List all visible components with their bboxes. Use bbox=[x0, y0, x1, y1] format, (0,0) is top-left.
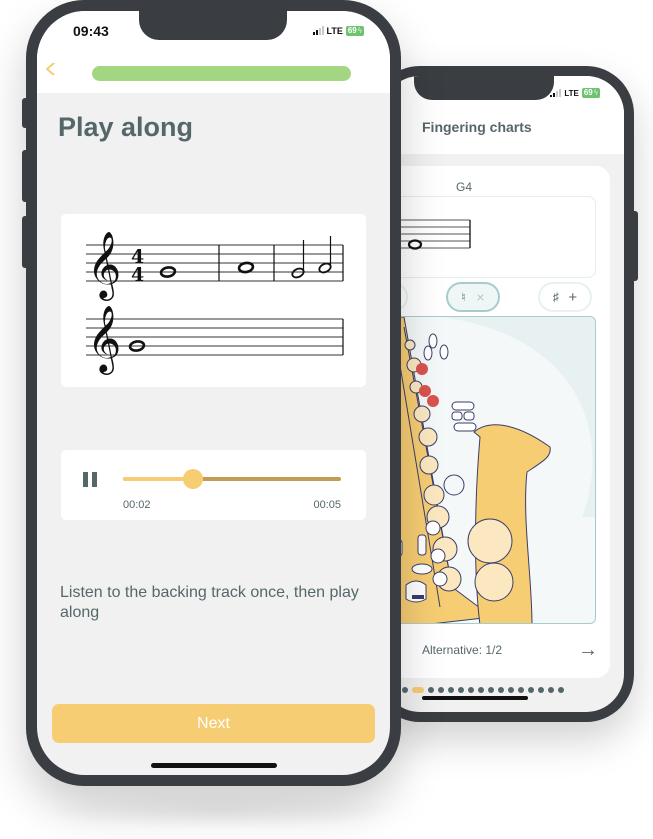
pause-icon[interactable] bbox=[83, 472, 99, 490]
pagination-dot[interactable] bbox=[498, 687, 504, 693]
status-bar: LTE 69 ϟ bbox=[312, 26, 364, 36]
pagination-dot[interactable] bbox=[538, 687, 544, 693]
audio-player: 00:02 00:05 bbox=[61, 450, 366, 520]
sharp-icon: ♯ bbox=[552, 290, 559, 304]
treble-clef-icon: 𝄞 bbox=[87, 230, 121, 301]
alternative-label: Alternative: 1/2 bbox=[422, 643, 503, 657]
mute-switch bbox=[22, 98, 27, 128]
pagination-dot[interactable] bbox=[488, 687, 494, 693]
current-time: 00:02 bbox=[123, 499, 151, 511]
next-button[interactable]: Next bbox=[52, 704, 375, 743]
signal-icon bbox=[312, 26, 324, 35]
note-g4 bbox=[407, 239, 423, 250]
time-sig-bottom: 4 bbox=[131, 264, 144, 286]
sheet-music: 𝄞 4 4 𝄞 bbox=[86, 230, 344, 375]
battery-level: 69 bbox=[583, 88, 593, 97]
staff-notation: 4 4 bbox=[382, 219, 471, 252]
network-label: LTE bbox=[326, 26, 343, 36]
remove-icon[interactable]: × bbox=[476, 289, 484, 305]
playback-slider[interactable] bbox=[123, 469, 341, 489]
chevron-left-icon[interactable] bbox=[45, 63, 57, 75]
sheet-music-card: 𝄞 4 4 𝄞 bbox=[61, 214, 366, 387]
pagination-dot[interactable] bbox=[402, 687, 408, 693]
note-staff: 4 4 bbox=[382, 196, 596, 278]
saxophone-fingering-diagram bbox=[382, 316, 596, 624]
pressed-key bbox=[416, 363, 428, 375]
pressed-key bbox=[427, 395, 439, 407]
instruction-text: Listen to the backing track once, then p… bbox=[60, 584, 359, 621]
lesson-progress-fill bbox=[92, 66, 351, 81]
lesson-progress-bar bbox=[92, 66, 351, 81]
play-along-screen: 09:43 LTE 69 ϟ Play along 𝄞 4 4 𝄞 00:02 … bbox=[37, 11, 390, 775]
pagination-dots bbox=[382, 687, 564, 693]
fingering-chart-phone: LTE 69ϟ Fingering charts G4 4 4 bbox=[372, 66, 638, 722]
staff-2-lines bbox=[86, 318, 343, 356]
notch bbox=[414, 76, 554, 100]
pagination-dot[interactable] bbox=[518, 687, 524, 693]
accidental-chip-sharp[interactable]: ♯ + bbox=[538, 282, 592, 312]
battery-icon: 69 ϟ bbox=[581, 88, 600, 98]
natural-icon: ♮ bbox=[461, 290, 466, 304]
pagination-dot-active[interactable] bbox=[412, 687, 424, 693]
alternative-row: Alternative: 1/2 → bbox=[382, 636, 610, 664]
arrow-right-icon[interactable]: → bbox=[578, 640, 598, 660]
saxophone-illustration bbox=[382, 317, 595, 623]
notch bbox=[139, 11, 287, 40]
pagination-dot[interactable] bbox=[468, 687, 474, 693]
volume-down-button bbox=[22, 216, 27, 268]
staff-1-lines bbox=[86, 244, 343, 282]
add-icon[interactable]: + bbox=[568, 289, 577, 306]
note-a4-whole bbox=[237, 261, 255, 274]
fingering-chart-screen: LTE 69ϟ Fingering charts G4 4 4 bbox=[382, 76, 624, 712]
accidental-chip-natural[interactable]: ♮ × bbox=[446, 282, 500, 312]
note-label: G4 bbox=[456, 180, 473, 194]
status-bar: LTE 69 ϟ bbox=[550, 88, 600, 98]
fingering-card: G4 4 4 ♮ × ♯ bbox=[382, 166, 610, 678]
play-along-phone: 09:43 LTE 69 ϟ Play along 𝄞 4 4 𝄞 00:02 … bbox=[22, 0, 401, 786]
pressed-key bbox=[419, 385, 431, 397]
page-title: Play along bbox=[58, 112, 194, 142]
duration: 00:05 bbox=[313, 499, 341, 511]
playback-slider-thumb[interactable] bbox=[182, 469, 203, 489]
home-indicator bbox=[151, 763, 277, 768]
pagination-dot[interactable] bbox=[448, 687, 454, 693]
volume-up-button bbox=[22, 150, 27, 202]
pagination-dot[interactable] bbox=[528, 687, 534, 693]
pagination-dot[interactable] bbox=[548, 687, 554, 693]
pagination-dot[interactable] bbox=[438, 687, 444, 693]
pagination-dot[interactable] bbox=[508, 687, 514, 693]
signal-icon bbox=[550, 89, 562, 97]
network-label: LTE bbox=[564, 88, 579, 98]
pagination-dot[interactable] bbox=[428, 687, 434, 693]
battery-level: 69 bbox=[347, 26, 357, 35]
floor-shadow bbox=[40, 790, 400, 830]
page-title: Fingering charts bbox=[422, 119, 532, 135]
home-indicator bbox=[422, 696, 528, 700]
side-button bbox=[633, 211, 638, 281]
pagination-dot[interactable] bbox=[458, 687, 464, 693]
treble-clef-icon: 𝄞 bbox=[87, 304, 121, 375]
pagination-dot[interactable] bbox=[478, 687, 484, 693]
status-time: 09:43 bbox=[73, 23, 109, 39]
pagination-dot[interactable] bbox=[558, 687, 564, 693]
battery-icon: 69 ϟ bbox=[345, 26, 364, 36]
